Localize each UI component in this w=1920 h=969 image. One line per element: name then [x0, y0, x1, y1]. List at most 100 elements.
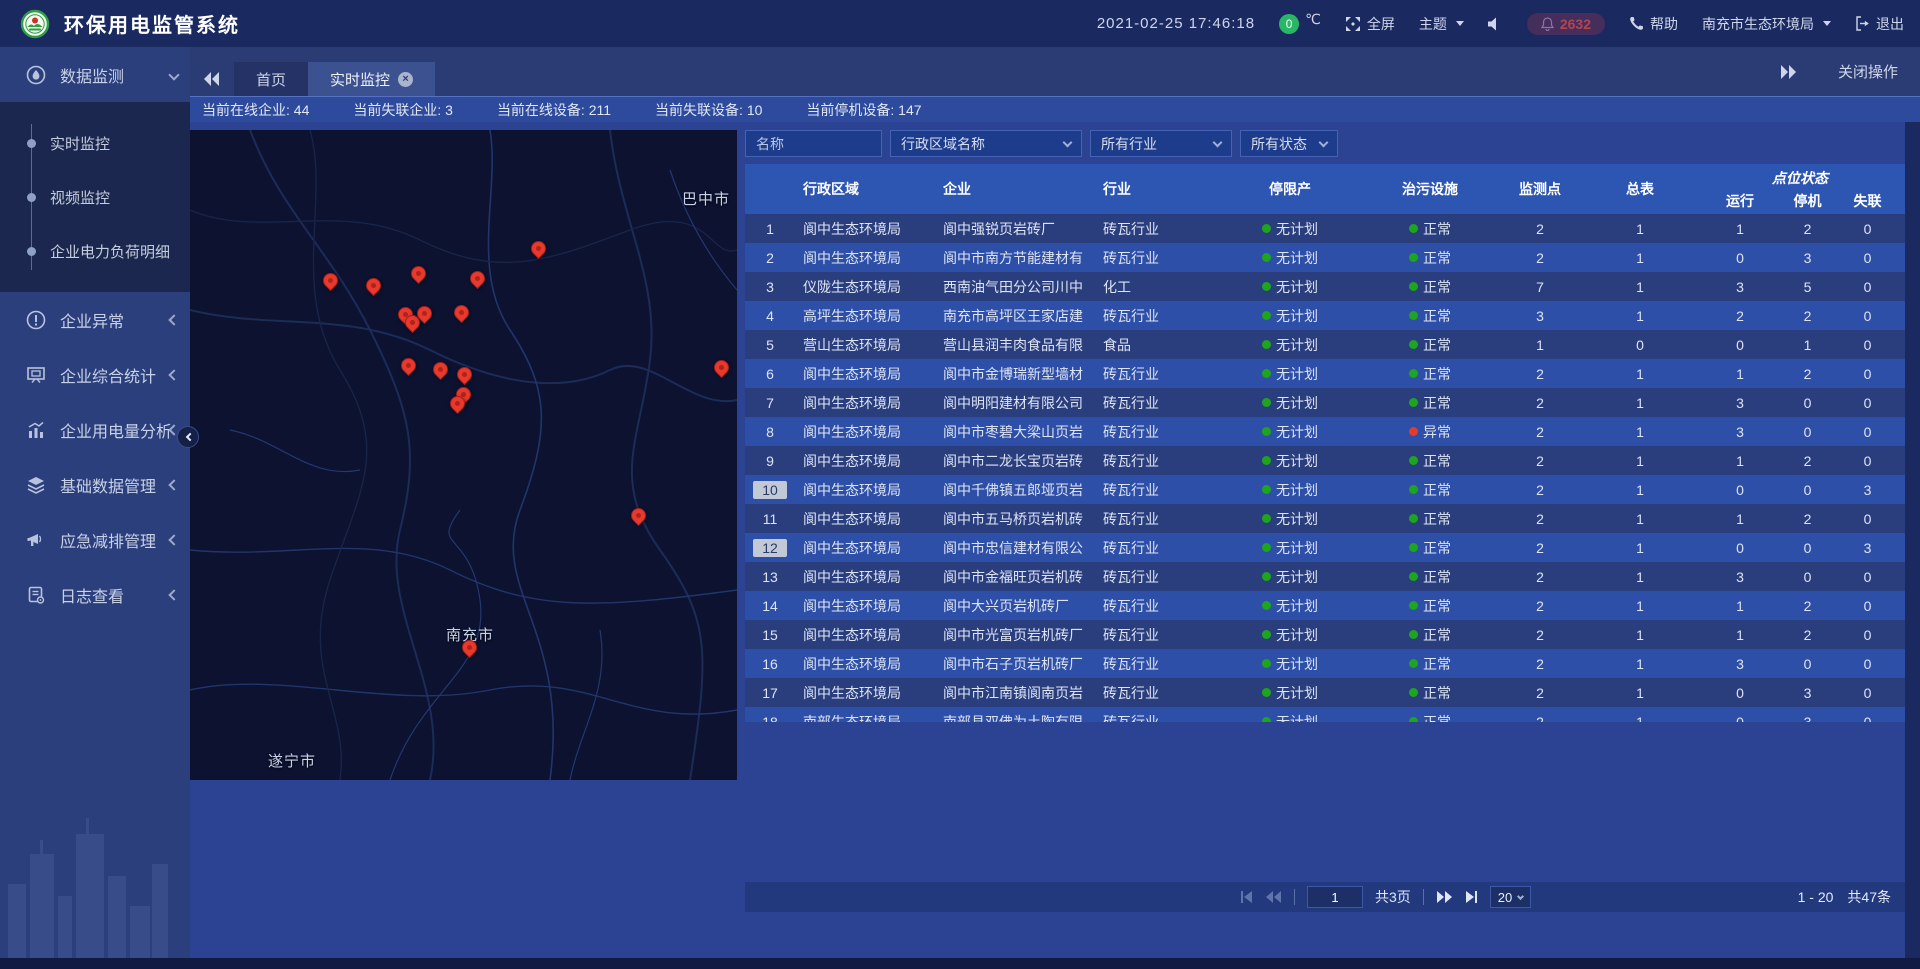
- header-stop-production: 停限产: [1215, 164, 1365, 214]
- cell-halt: 2: [1785, 627, 1830, 643]
- status-dot: [1409, 717, 1418, 722]
- sidebar-item-数据监测[interactable]: 数据监测: [0, 47, 190, 102]
- cell-total: 1: [1585, 656, 1695, 672]
- cell-lost: 0: [1830, 511, 1905, 527]
- stat-当前失联企业: 当前失联企业: 3: [353, 100, 453, 120]
- cell-halt: 0: [1785, 424, 1830, 440]
- tabs-scroll-right-button[interactable]: [1766, 55, 1810, 89]
- close-operations-button[interactable]: 关闭操作: [1838, 61, 1898, 82]
- table-row[interactable]: 3仪陇生态环境局西南油气田分公司川中化工无计划正常71350: [745, 272, 1905, 301]
- page-size-select[interactable]: 20: [1490, 886, 1531, 908]
- notification-button[interactable]: 2632: [1527, 13, 1605, 35]
- cell-industry: 砖瓦行业: [1095, 654, 1215, 674]
- region-select[interactable]: 行政区域名称: [890, 130, 1082, 157]
- cell-run: 0: [1695, 482, 1785, 498]
- table-row[interactable]: 9阆中生态环境局阆中市二龙长宝页岩砖砖瓦行业无计划正常21120: [745, 446, 1905, 475]
- logout-button[interactable]: 退出: [1855, 14, 1904, 34]
- header-company: 企业: [935, 164, 1095, 214]
- cell-index: 9: [745, 453, 795, 469]
- help-button[interactable]: 帮助: [1629, 14, 1678, 34]
- index-highlight-badge: 10: [753, 481, 787, 499]
- first-page-button[interactable]: [1240, 891, 1254, 903]
- stat-当前在线设备: 当前在线设备: 211: [497, 100, 611, 120]
- cell-index: 16: [745, 656, 795, 672]
- table-row[interactable]: 10阆中生态环境局阆中千佛镇五郎垭页岩砖瓦行业无计划正常21003: [745, 475, 1905, 504]
- sidebar-item-企业综合统计[interactable]: 企业综合统计: [0, 347, 190, 402]
- table-row[interactable]: 11阆中生态环境局阆中市五马桥页岩机砖砖瓦行业无计划正常21120: [745, 504, 1905, 533]
- map-collapse-button[interactable]: [177, 426, 199, 448]
- cell-industry: 食品: [1095, 335, 1215, 355]
- table-row[interactable]: 5营山生态环境局营山县润丰肉食品有限食品无计划正常10010: [745, 330, 1905, 359]
- sidebar-item-应急减排管理[interactable]: 应急减排管理: [0, 512, 190, 567]
- last-page-button[interactable]: [1464, 891, 1478, 903]
- sidebar-item-企业异常[interactable]: 企业异常: [0, 292, 190, 347]
- table-row[interactable]: 1阆中生态环境局阆中强锐页岩砖厂砖瓦行业无计划正常21120: [745, 214, 1905, 243]
- cell-stop-production: 无计划: [1215, 277, 1365, 297]
- cell-stop-production: 无计划: [1215, 654, 1365, 674]
- table-row[interactable]: 6阆中生态环境局阆中市金博瑞新型墙材砖瓦行业无计划正常21120: [745, 359, 1905, 388]
- chevron-down-icon: [1319, 137, 1329, 147]
- tab-label: 实时监控: [330, 69, 390, 90]
- cell-region: 阆中生态环境局: [795, 393, 935, 413]
- table-row[interactable]: 16阆中生态环境局阆中市石子页岩机砖厂砖瓦行业无计划正常21300: [745, 649, 1905, 678]
- sidebar-item-企业用电量分析[interactable]: 企业用电量分析: [0, 402, 190, 457]
- status-select[interactable]: 所有状态: [1240, 130, 1338, 157]
- cell-total: 1: [1585, 482, 1695, 498]
- chevron-down-icon: [1456, 21, 1464, 26]
- mute-button[interactable]: [1488, 17, 1503, 31]
- datetime-display: 2021-02-25 17:46:18: [1097, 15, 1255, 32]
- header-region: 行政区域: [795, 164, 935, 214]
- theme-dropdown[interactable]: 主题: [1419, 14, 1464, 34]
- chevron-left-icon: [168, 534, 179, 545]
- cell-monitor: 2: [1495, 221, 1585, 237]
- cell-monitor: 2: [1495, 453, 1585, 469]
- phone-icon: [1629, 16, 1644, 31]
- sidebar-item-日志查看[interactable]: 日志查看: [0, 567, 190, 622]
- industry-select[interactable]: 所有行业: [1090, 130, 1232, 157]
- cell-pollution-facility: 正常: [1365, 538, 1495, 558]
- sidebar-subitem-企业电力负荷明细[interactable]: 企业电力负荷明细: [0, 224, 190, 278]
- cell-lost: 0: [1830, 395, 1905, 411]
- next-page-button[interactable]: [1436, 891, 1452, 903]
- sidebar-subitem-实时监控[interactable]: 实时监控: [0, 116, 190, 170]
- cell-halt: 2: [1785, 511, 1830, 527]
- table-row[interactable]: 14阆中生态环境局阆中大兴页岩机砖厂砖瓦行业无计划正常21120: [745, 591, 1905, 620]
- table-row[interactable]: 15阆中生态环境局阆中市光富页岩机砖厂砖瓦行业无计划正常21120: [745, 620, 1905, 649]
- cell-halt: 0: [1785, 540, 1830, 556]
- page-number-input[interactable]: [1307, 886, 1363, 908]
- status-dot: [1409, 485, 1418, 494]
- sidebar-item-基础数据管理[interactable]: 基础数据管理: [0, 457, 190, 512]
- sidebar-subitem-视频监控[interactable]: 视频监控: [0, 170, 190, 224]
- stat-当前在线企业: 当前在线企业: 44: [202, 100, 309, 120]
- cell-run: 3: [1695, 395, 1785, 411]
- cell-index: 8: [745, 424, 795, 440]
- table-row[interactable]: 4高坪生态环境局南充市高坪区王家店建砖瓦行业无计划正常31220: [745, 301, 1905, 330]
- table-row[interactable]: 18南部生态环境局南部县双佛为土陶有限砖瓦行业无计划正常21030: [745, 707, 1905, 722]
- fullscreen-button[interactable]: 全屏: [1345, 14, 1395, 34]
- map-panel[interactable]: 巴中市南充市遂宁市: [190, 130, 737, 780]
- name-search-input-wrap: [745, 130, 882, 157]
- table-row[interactable]: 7阆中生态环境局阆中明阳建材有限公司砖瓦行业无计划正常21300: [745, 388, 1905, 417]
- header-halt: 停机: [1785, 189, 1830, 214]
- table-row[interactable]: 2阆中生态环境局阆中市南方节能建材有砖瓦行业无计划正常21030: [745, 243, 1905, 272]
- cell-stop-production: 无计划: [1215, 683, 1365, 703]
- cell-pollution-facility: 异常: [1365, 422, 1495, 442]
- org-dropdown[interactable]: 南充市生态环境局: [1702, 14, 1831, 34]
- tab-实时监控[interactable]: 实时监控 ×: [308, 62, 435, 96]
- table-row[interactable]: 8阆中生态环境局阆中市枣碧大梁山页岩砖瓦行业无计划异常21300: [745, 417, 1905, 446]
- tab-close-icon[interactable]: ×: [398, 72, 413, 87]
- table-row[interactable]: 13阆中生态环境局阆中市金福旺页岩机砖砖瓦行业无计划正常21300: [745, 562, 1905, 591]
- table-row[interactable]: 17阆中生态环境局阆中市江南镇阆南页岩砖瓦行业无计划正常21030: [745, 678, 1905, 707]
- top-header-bar: 环保用电监管系统 2021-02-25 17:46:18 0 ℃: [0, 0, 1920, 47]
- divider: [1294, 889, 1295, 905]
- tab-首页[interactable]: 首页: [234, 62, 308, 96]
- megaphone-icon: [26, 530, 46, 550]
- cell-total: 1: [1585, 569, 1695, 585]
- table-row[interactable]: 12阆中生态环境局阆中市忠信建材有限公砖瓦行业无计划正常21003: [745, 533, 1905, 562]
- name-search-input[interactable]: [756, 136, 871, 152]
- tabs-scroll-left-button[interactable]: [190, 62, 234, 96]
- cell-monitor: 1: [1495, 337, 1585, 353]
- status-dot: [1262, 311, 1271, 320]
- previous-page-button[interactable]: [1266, 891, 1282, 903]
- cell-region: 阆中生态环境局: [795, 422, 935, 442]
